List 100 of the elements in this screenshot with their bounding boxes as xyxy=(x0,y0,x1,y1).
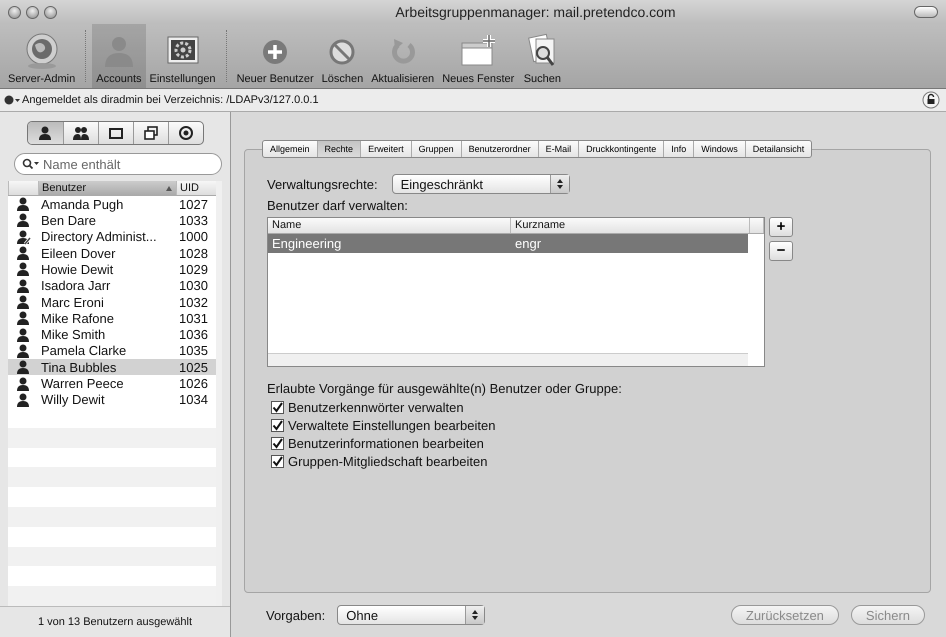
table-row[interactable]: Engineering engr xyxy=(268,234,748,253)
tab[interactable]: Gruppen xyxy=(410,141,461,157)
check-icon xyxy=(272,456,283,467)
check-icon xyxy=(272,402,283,413)
toolbar-button[interactable]: Accounts xyxy=(92,24,146,88)
tab[interactable]: Detailansicht xyxy=(744,141,812,157)
user-row[interactable]: Willy Dewit 1034 xyxy=(8,392,216,408)
user-name: Amanda Pugh xyxy=(40,196,124,212)
field-label: Vorgaben: xyxy=(266,608,326,622)
stepper-arrows-icon xyxy=(556,178,564,190)
selection-count: 1 von 13 Benutzern ausgewählt xyxy=(0,606,230,637)
toolbar-button[interactable]: Suchen xyxy=(518,24,566,88)
add-button[interactable]: + xyxy=(769,217,793,237)
tab[interactable]: Allgemein xyxy=(263,141,317,157)
user-row[interactable]: Mike Smith 1036 xyxy=(8,326,216,343)
user-name: Ben Dare xyxy=(40,212,97,228)
horizontal-scrollbar[interactable] xyxy=(268,353,748,366)
user-icon xyxy=(15,294,31,310)
user-row[interactable]: Pamela Clarke 1035 xyxy=(8,342,216,360)
tab[interactable]: Info xyxy=(663,141,694,157)
checkbox-label: Benutzerinformationen bearbeiten xyxy=(288,436,484,451)
checkbox-label: Benutzerkennwörter verwalten xyxy=(288,400,464,415)
tab[interactable]: E-Mail xyxy=(538,141,578,157)
user-row[interactable]: Ben Dare 1033 xyxy=(8,212,216,229)
user-name: Eileen Dover xyxy=(40,246,116,261)
admin-user-icon xyxy=(15,228,31,245)
remove-button[interactable]: − xyxy=(769,241,793,261)
user-uid: 1028 xyxy=(178,246,209,261)
search-field[interactable]: Name enthält xyxy=(14,153,222,175)
checkbox-label: Gruppen-Mitgliedschaft bearbeiten xyxy=(288,454,488,469)
user-icon xyxy=(15,376,31,392)
user-icon xyxy=(15,326,31,343)
filter-tab[interactable] xyxy=(28,122,62,144)
checkbox[interactable] xyxy=(271,419,284,432)
column-header[interactable]: Kurzname xyxy=(511,218,750,233)
user-row[interactable]: Directory Administ... 1000 xyxy=(8,228,216,245)
user-icon xyxy=(15,342,31,359)
rights-popup[interactable]: Eingeschränkt xyxy=(392,174,570,194)
tab[interactable]: Erweitert xyxy=(360,141,411,157)
toolbar-button[interactable]: Neues Fenster xyxy=(438,24,518,88)
user-uid: 1033 xyxy=(178,212,209,228)
column-header[interactable]: Name xyxy=(268,218,511,233)
user-row[interactable]: Tina Bubbles 1025 xyxy=(8,359,216,376)
globe-menu-icon[interactable] xyxy=(4,95,20,105)
user-row[interactable]: Howie Dewit 1029 xyxy=(8,261,216,278)
toolbar-button[interactable]: Server-Admin xyxy=(4,24,80,88)
user-icon xyxy=(15,278,31,294)
user-row[interactable]: Eileen Dover 1028 xyxy=(8,244,216,262)
sort-arrow-icon xyxy=(166,186,172,190)
tab[interactable]: Windows xyxy=(693,141,745,157)
checkbox[interactable] xyxy=(271,455,284,468)
toolbar-button[interactable]: Löschen xyxy=(318,24,368,88)
user-icon xyxy=(15,196,31,212)
stepper-arrows-icon xyxy=(471,609,480,621)
screen-icon xyxy=(108,125,124,141)
user-name: Mike Rafone xyxy=(40,310,115,326)
checkbox-label: Verwaltete Einstellungen bearbeiten xyxy=(288,418,496,433)
window-control-button[interactable] xyxy=(8,6,21,18)
toolbar-toggle-button[interactable] xyxy=(914,6,938,18)
column-header[interactable]: Benutzer xyxy=(38,181,176,195)
user-row[interactable]: Marc Eroni 1032 xyxy=(8,294,216,310)
user-uid: 1026 xyxy=(178,376,209,392)
window-control-button[interactable] xyxy=(26,6,39,18)
toolbar-button[interactable]: Einstellungen xyxy=(146,24,220,88)
tab[interactable]: Druckkontingente xyxy=(578,141,664,157)
user-uid: 1031 xyxy=(178,310,209,326)
user-uid: 1034 xyxy=(178,392,209,408)
checkbox[interactable] xyxy=(271,401,284,414)
column-header[interactable]: UID xyxy=(176,181,216,195)
toolbar-button[interactable]: Neuer Benutzer xyxy=(232,24,318,88)
user-row[interactable]: Warren Peece 1026 xyxy=(8,375,216,392)
window-control-button[interactable] xyxy=(44,6,57,18)
user-name: Marc Eroni xyxy=(40,294,105,310)
group-icon xyxy=(72,125,90,141)
user-icon xyxy=(15,261,31,278)
lock-icon[interactable] xyxy=(922,91,940,109)
user-icon xyxy=(15,212,31,228)
search-icon xyxy=(22,158,40,170)
user-row[interactable]: Isadora Jarr 1030 xyxy=(8,278,216,294)
user-name: Warren Peece xyxy=(40,376,125,392)
toolbar-button[interactable]: Aktualisieren xyxy=(367,24,438,88)
user-uid: 1032 xyxy=(178,294,209,310)
tab[interactable]: Benutzerordner xyxy=(460,141,538,157)
login-status: Angemeldet als diradmin bei Verzeichnis: /LDAPv3/127.0.0.1 xyxy=(22,94,320,106)
user-name: Willy Dewit xyxy=(40,392,106,408)
checkbox[interactable] xyxy=(271,437,284,450)
check-icon xyxy=(272,438,283,449)
user-uid: 1035 xyxy=(178,343,209,358)
section-label: Erlaubte Vorgänge für ausgewählte(n) Benutzer oder Gruppe: xyxy=(267,381,623,396)
stacked-windows-icon xyxy=(142,125,158,141)
user-name: Howie Dewit xyxy=(40,262,114,277)
user-name: Directory Administ... xyxy=(40,229,158,244)
user-uid: 1000 xyxy=(178,229,209,244)
user-row[interactable]: Mike Rafone 1031 xyxy=(8,310,216,326)
user-row[interactable]: Amanda Pugh 1027 xyxy=(8,196,216,212)
user-name: Tina Bubbles xyxy=(40,360,118,375)
target-icon xyxy=(178,125,194,141)
user-icon xyxy=(15,359,31,376)
presets-popup[interactable]: Ohne xyxy=(337,605,486,625)
tab[interactable]: Rechte xyxy=(316,141,360,157)
